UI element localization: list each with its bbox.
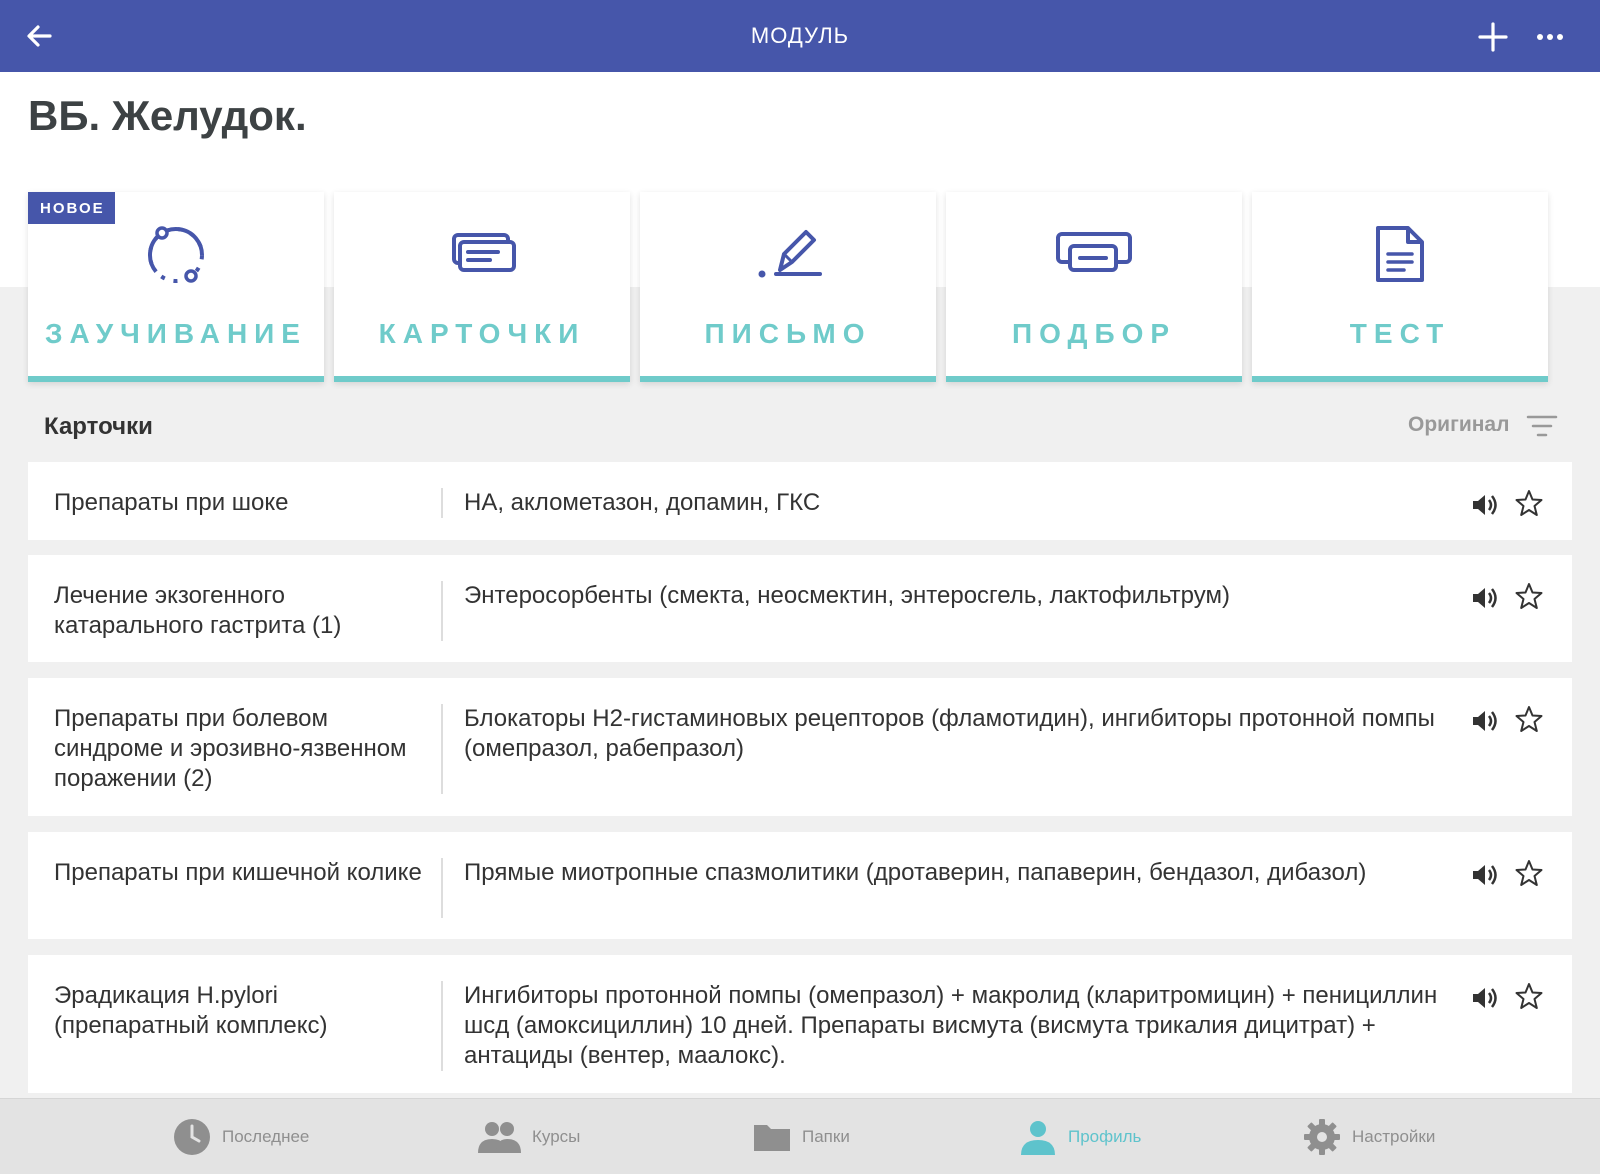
more-horizontal-icon[interactable] (1532, 20, 1568, 54)
sort-filter-icon[interactable] (1526, 414, 1558, 438)
card-divider (441, 704, 443, 794)
star-icon[interactable] (1514, 704, 1544, 734)
mode-write-label: ПИСЬМО (704, 318, 872, 349)
new-badge: НОВОЕ (28, 192, 115, 224)
speaker-icon[interactable] (1470, 490, 1500, 520)
nav-recent-label: Последнее (222, 1127, 310, 1146)
card-definition: Ингибиторы протонной помпы (омепразол) +… (464, 982, 1438, 1069)
nav-folders-label: Папки (802, 1127, 850, 1146)
card-definition: Прямые миотропные спазмолитики (дротавер… (464, 859, 1367, 886)
mode-cards-button[interactable]: КАРТОЧКИ (334, 192, 630, 382)
nav-folders[interactable]: Папки (752, 1099, 850, 1174)
mode-match-button[interactable]: ПОДБОР (946, 192, 1242, 382)
cards-section-title: Карточки (44, 413, 153, 440)
test-document-icon (1376, 226, 1424, 282)
mode-test-label: ТЕСТ (1349, 318, 1451, 349)
mode-match-label: ПОДБОР (1011, 318, 1177, 349)
nav-courses-label: Курсы (532, 1127, 581, 1146)
bottom-navigation: Последнее Курсы Папки Профиль Настройки (0, 1098, 1600, 1174)
nav-courses[interactable]: Курсы (476, 1099, 580, 1174)
match-icon (1056, 232, 1132, 272)
card-divider (441, 981, 443, 1071)
nav-recent[interactable]: Последнее (172, 1099, 309, 1174)
mode-test-button[interactable]: ТЕСТ (1252, 192, 1548, 382)
top-app-bar: МОДУЛЬ (0, 0, 1600, 72)
star-icon[interactable] (1514, 858, 1544, 888)
sort-order-button[interactable]: Оригинал (1408, 413, 1509, 437)
card-row[interactable]: Препараты при болевом синдроме и эрозивн… (28, 678, 1572, 816)
page-title: ВБ. Желудок. (28, 92, 307, 139)
card-row[interactable]: Эрадикация H.pylori (препаратный комплек… (28, 955, 1572, 1093)
nav-settings[interactable]: Настройки (1302, 1099, 1435, 1174)
mode-cards-label: КАРТОЧКИ (378, 318, 586, 349)
nav-profile-label: Профиль (1068, 1127, 1142, 1146)
mode-write-button[interactable]: ПИСЬМО (640, 192, 936, 382)
card-definition: Энтеросорбенты (смекта, неосмектин, энте… (464, 582, 1230, 609)
card-divider (441, 488, 443, 518)
card-divider (441, 858, 443, 918)
mode-learn-label: ЗАУЧИВАНИЕ (45, 318, 307, 349)
card-term: Эрадикация H.pylori (препаратный комплек… (54, 982, 328, 1039)
arrow-left-icon[interactable] (22, 18, 58, 54)
study-modes: НОВОЕ ЗАУЧИВАНИЕ КАРТОЧКИ ПИСЬМО ПОДБОР … (28, 192, 1572, 382)
group-icon (478, 1122, 521, 1153)
cards-icon (452, 233, 516, 272)
nav-profile[interactable]: Профиль (1018, 1099, 1141, 1174)
settings-gear-icon (1304, 1119, 1340, 1155)
speaker-icon[interactable] (1470, 583, 1500, 613)
folder-icon (754, 1125, 790, 1151)
nav-settings-label: Настройки (1352, 1127, 1436, 1146)
clock-icon (174, 1119, 210, 1155)
star-icon[interactable] (1514, 981, 1544, 1011)
card-term: Препараты при болевом синдроме и эрозивн… (54, 705, 407, 792)
card-divider (441, 581, 443, 641)
profile-icon (1021, 1121, 1055, 1155)
star-icon[interactable] (1514, 488, 1544, 518)
mode-learn-button[interactable]: НОВОЕ ЗАУЧИВАНИЕ (28, 192, 324, 382)
speaker-icon[interactable] (1470, 706, 1500, 736)
star-icon[interactable] (1514, 581, 1544, 611)
card-definition: НА, аклометазон, допамин, ГКС (464, 489, 821, 516)
pen-write-icon (758, 230, 822, 278)
speaker-icon[interactable] (1470, 983, 1500, 1013)
card-row[interactable]: Лечение экзогенного катарального гастрит… (28, 555, 1572, 662)
card-definition: Блокаторы Н2-гистаминовых рецепторов (фл… (464, 705, 1435, 762)
plus-icon[interactable] (1476, 20, 1510, 54)
card-term: Препараты при шоке (54, 489, 289, 516)
card-term: Лечение экзогенного катарального гастрит… (54, 582, 342, 639)
speaker-icon[interactable] (1470, 860, 1500, 890)
learn-cycle-icon (148, 226, 204, 283)
card-row[interactable]: Препараты при шоке НА, аклометазон, допа… (28, 462, 1572, 540)
card-row[interactable]: Препараты при кишечной колике Прямые мио… (28, 832, 1572, 939)
app-bar-title: МОДУЛЬ (750, 23, 850, 48)
card-term: Препараты при кишечной колике (54, 859, 422, 886)
